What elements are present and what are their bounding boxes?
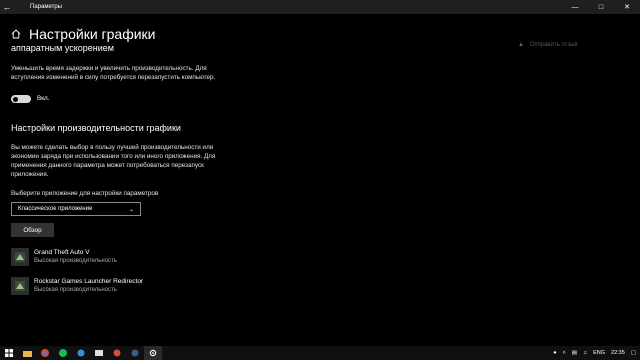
- graphics-performance-heading: Настройки производительности графики: [11, 123, 181, 133]
- app-icon[interactable]: [72, 346, 90, 360]
- clock[interactable]: 22:35: [611, 350, 625, 356]
- app-list-item[interactable]: Rockstar Games Launcher Redirector Высок…: [11, 276, 143, 296]
- start-windows-icon[interactable]: [0, 346, 18, 360]
- app-preference: Высокая производительность: [34, 286, 117, 293]
- rockstar-icon: [11, 277, 29, 295]
- close-button[interactable]: ✕: [614, 0, 640, 14]
- notifications-icon[interactable]: ▢: [631, 350, 636, 356]
- feedback-icon: ▲: [518, 42, 524, 48]
- window-title: Параметры: [30, 4, 62, 10]
- send-feedback-link[interactable]: ▲ Отправить отзыв: [518, 42, 578, 48]
- app-preference: Высокая производительность: [34, 257, 117, 264]
- system-tray: ● ˄ ▤ ♫ ENG 22:35 ▢: [547, 346, 640, 360]
- feedback-label: Отправить отзыв: [529, 42, 578, 48]
- app-type-dropdown[interactable]: Классическое приложение ⌄: [11, 202, 141, 216]
- toggle-state-label: Вкл.: [37, 95, 50, 102]
- home-icon[interactable]: [11, 26, 21, 44]
- taskbar: ● ˄ ▤ ♫ ENG 22:35 ▢: [0, 346, 640, 360]
- toggle-knob: [13, 96, 18, 102]
- chrome-icon[interactable]: [36, 346, 54, 360]
- settings-content: Настройки графики аппаратным ускорением …: [0, 14, 640, 346]
- app-name: Rockstar Games Launcher Redirector: [34, 277, 144, 285]
- chevron-down-icon: ⌄: [128, 206, 134, 213]
- hardware-acceleration-toggle[interactable]: [11, 95, 31, 103]
- app-name: Grand Theft Auto V: [34, 248, 90, 256]
- spotify-icon[interactable]: [54, 346, 72, 360]
- browse-button[interactable]: Обзор: [11, 223, 54, 237]
- media-player-icon[interactable]: [108, 346, 126, 360]
- tray-app-icon[interactable]: ●: [553, 350, 556, 356]
- back-arrow-icon[interactable]: ←: [0, 0, 14, 14]
- volume-icon[interactable]: ♫: [583, 350, 587, 356]
- video-app-icon[interactable]: [90, 346, 108, 360]
- network-icon[interactable]: ▤: [572, 350, 577, 356]
- window-controls: — □ ✕: [562, 0, 640, 14]
- app-list-item[interactable]: Grand Theft Auto V Высокая производитель…: [11, 247, 117, 267]
- maximize-button[interactable]: □: [588, 0, 614, 14]
- minimize-button[interactable]: —: [562, 0, 588, 14]
- graphics-performance-description: Вы можете сделать выбор в пользу лучшей …: [11, 144, 216, 178]
- hardware-acceleration-description: Уменьшить время задержки и увеличить про…: [11, 65, 216, 81]
- chevron-up-icon[interactable]: ˄: [563, 350, 566, 356]
- choose-app-label: Выберите приложение для настройки параме…: [11, 190, 159, 197]
- steam-icon[interactable]: [126, 346, 144, 360]
- title-bar: ← Параметры — □ ✕: [0, 0, 640, 14]
- page-title: Настройки графики: [29, 26, 156, 42]
- hardware-acceleration-heading: аппаратным ускорением: [11, 43, 114, 53]
- file-explorer-icon[interactable]: [18, 346, 36, 360]
- settings-gear-icon[interactable]: [144, 346, 162, 360]
- language-indicator[interactable]: ENG: [593, 350, 605, 356]
- gta-icon: [11, 248, 29, 266]
- dropdown-value: Классическое приложение: [18, 206, 93, 212]
